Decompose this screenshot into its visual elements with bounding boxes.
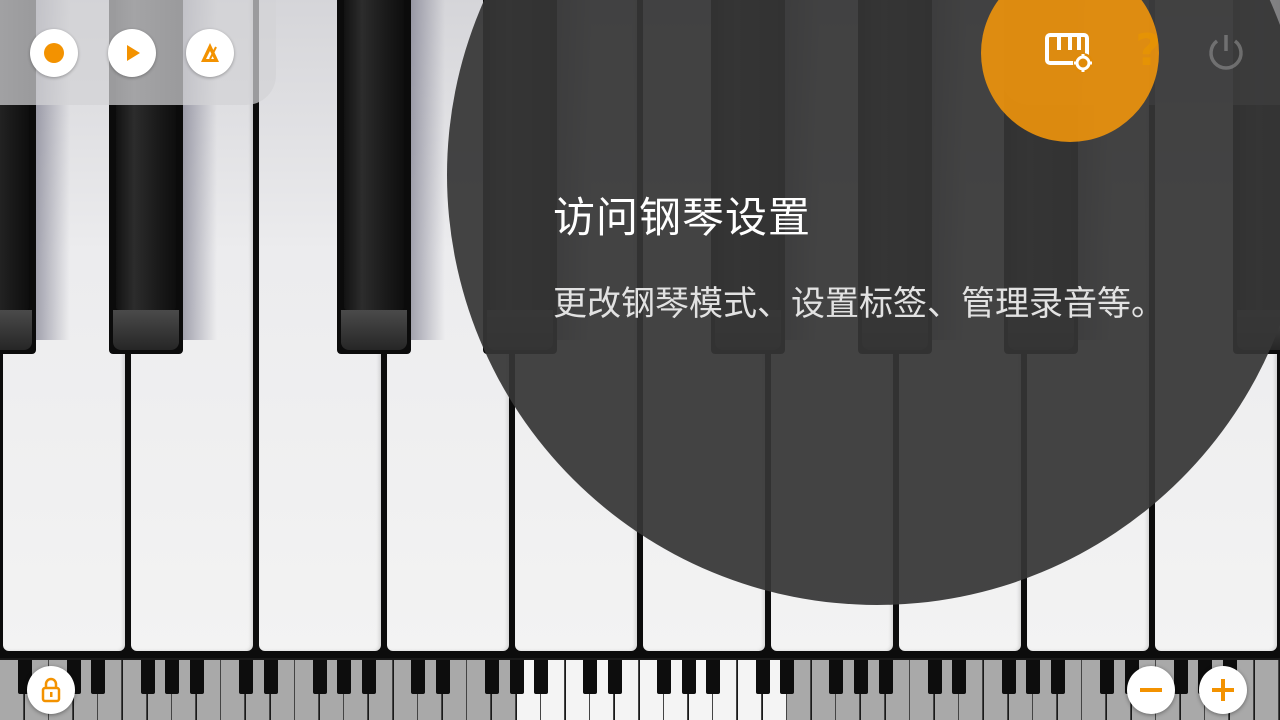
keyboard-navigator[interactable]: [0, 658, 1280, 720]
play-icon: [127, 45, 140, 61]
mini-black-key: [337, 660, 352, 694]
mini-black-key: [1001, 660, 1016, 694]
record-icon: [44, 43, 64, 63]
black-key[interactable]: [337, 0, 411, 354]
zoom-in-button[interactable]: [1199, 666, 1247, 714]
mini-black-key: [91, 660, 106, 694]
mini-black-key: [140, 660, 155, 694]
mini-black-key: [657, 660, 672, 694]
metronome-icon: [201, 43, 219, 62]
mini-black-key: [485, 660, 499, 694]
coach-mark-title: 访问钢琴设置: [553, 193, 812, 242]
mini-black-key: [263, 660, 278, 694]
lock-button[interactable]: [27, 666, 75, 714]
help-icon[interactable]: ?: [1126, 24, 1170, 78]
piano-settings-icon[interactable]: [1044, 30, 1096, 76]
metronome-button[interactable]: [186, 29, 234, 77]
mini-black-key: [706, 660, 721, 694]
mini-black-key: [1026, 660, 1041, 694]
top-left-toolbar: [0, 0, 276, 105]
minus-icon: [1140, 688, 1162, 692]
mini-black-key: [509, 660, 524, 694]
mini-black-key: [608, 660, 622, 694]
mini-black-key: [681, 660, 696, 694]
mini-white-key: [1254, 660, 1279, 720]
mini-black-key: [189, 660, 204, 694]
record-button[interactable]: [30, 29, 78, 77]
mini-black-key: [1100, 660, 1114, 694]
piano-app-screen: ? 访问钢琴设置 更改钢琴模式、设置标签、管理录音等。: [0, 0, 1280, 720]
mini-black-key: [239, 660, 253, 694]
mini-black-key: [878, 660, 893, 694]
power-icon[interactable]: [1202, 27, 1250, 75]
mini-black-key: [829, 660, 844, 694]
mini-black-key: [435, 660, 450, 694]
coach-mark-description: 更改钢琴模式、设置标签、管理录音等。: [553, 284, 1165, 324]
play-button[interactable]: [108, 29, 156, 77]
black-key-lip: [0, 310, 32, 350]
plus-icon: [1212, 679, 1234, 701]
mini-black-key: [165, 660, 180, 694]
black-key-face: [344, 0, 404, 310]
mini-black-key: [780, 660, 795, 694]
black-key-lip: [341, 310, 407, 350]
zoom-out-button[interactable]: [1127, 666, 1175, 714]
mini-black-key: [1173, 660, 1188, 694]
black-key-lip: [113, 310, 179, 350]
mini-black-key: [1050, 660, 1065, 694]
mini-black-key: [927, 660, 942, 694]
mini-black-key: [534, 660, 549, 694]
mini-black-key: [411, 660, 426, 694]
mini-black-key: [312, 660, 327, 694]
lock-icon: [41, 677, 61, 703]
mini-black-key: [583, 660, 598, 694]
mini-black-key: [952, 660, 967, 694]
mini-black-key: [362, 660, 376, 694]
key-shadow: [411, 0, 445, 340]
mini-black-key: [755, 660, 770, 694]
mini-black-key: [854, 660, 868, 694]
